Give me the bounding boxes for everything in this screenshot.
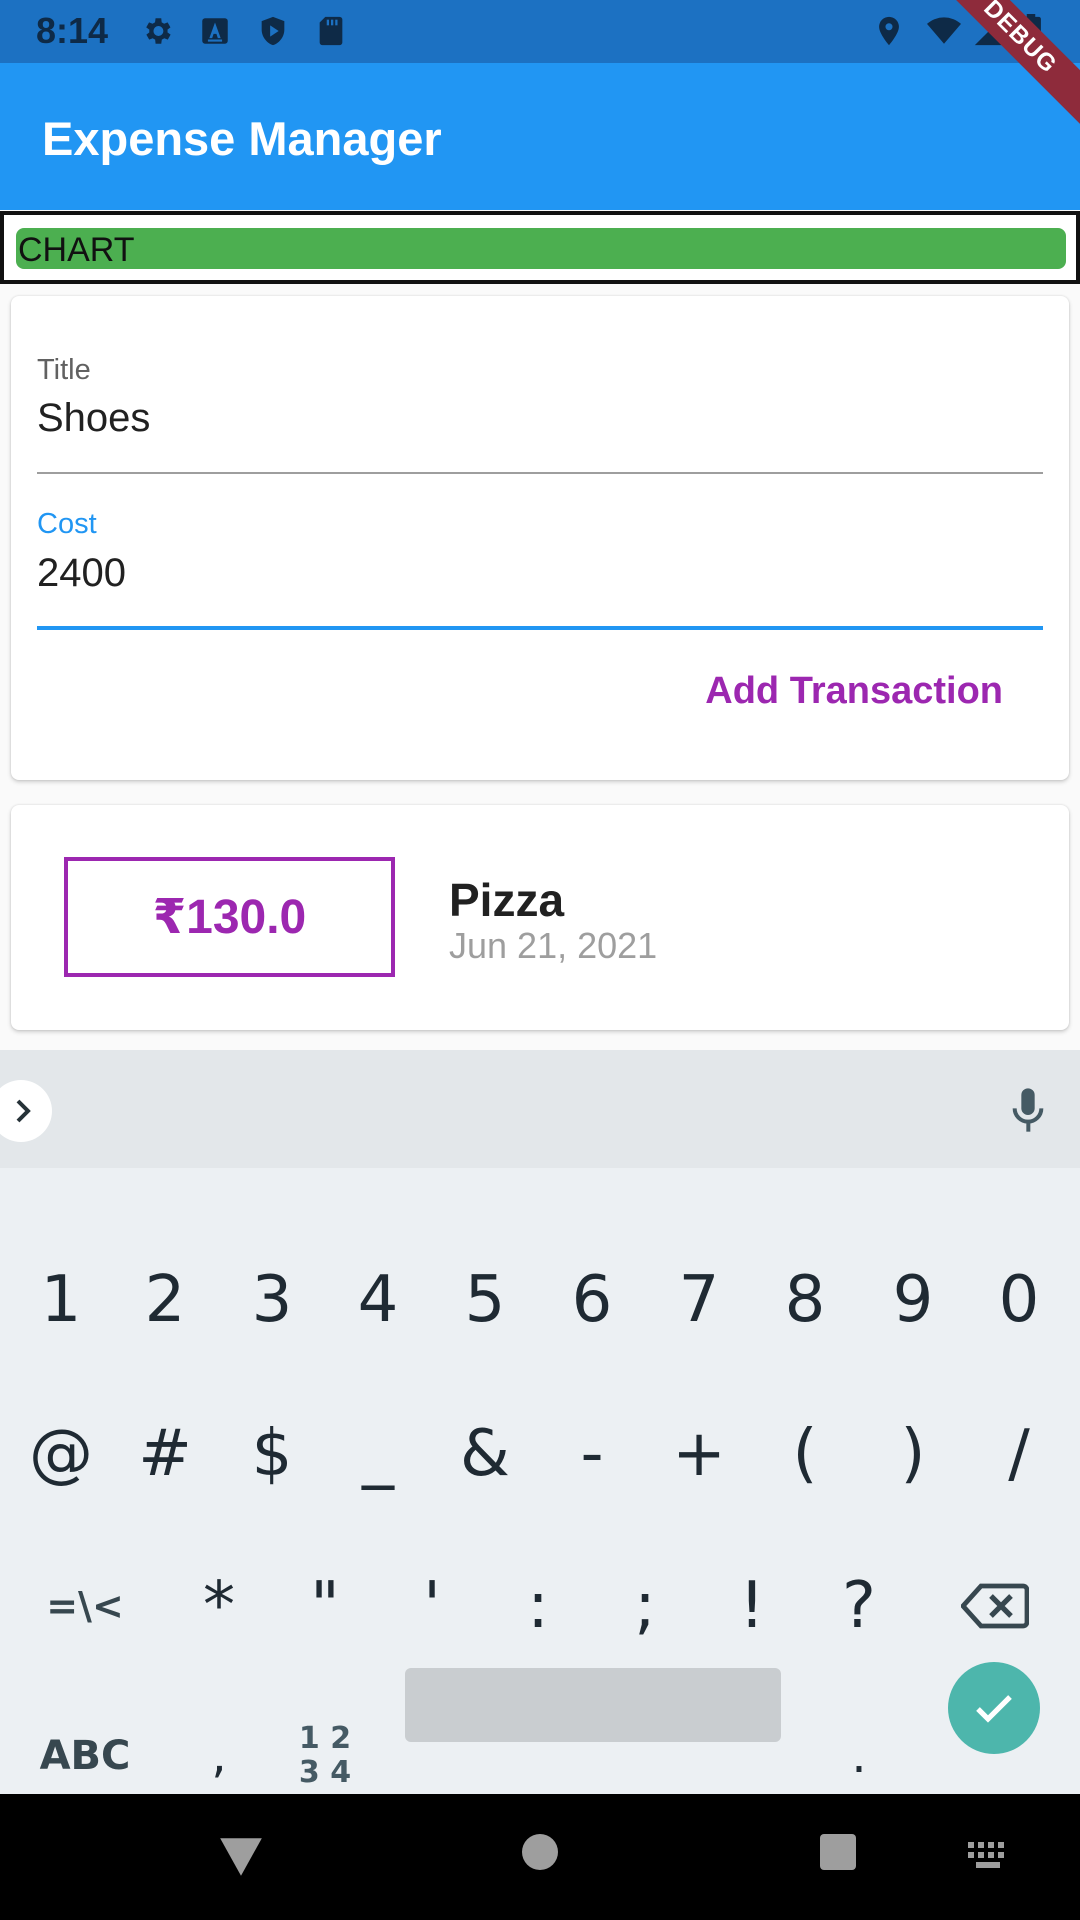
transaction-title: Pizza xyxy=(449,874,565,926)
check-icon xyxy=(976,1695,1012,1723)
key-double-quote[interactable]: " xyxy=(272,1536,378,1676)
key-semicolon[interactable]: ; xyxy=(592,1536,698,1676)
key-8[interactable]: 8 xyxy=(752,1230,858,1370)
key-space[interactable] xyxy=(405,1668,781,1742)
key-enter[interactable] xyxy=(948,1662,1040,1754)
chart-bar xyxy=(16,228,1066,269)
status-bar: 8:14 xyxy=(0,0,1080,63)
location-icon xyxy=(879,16,899,46)
key-asterisk[interactable]: * xyxy=(166,1536,272,1676)
key-question[interactable]: ? xyxy=(806,1536,912,1676)
recents-icon[interactable] xyxy=(818,1832,858,1872)
key-7[interactable]: 7 xyxy=(646,1230,752,1370)
key-dollar[interactable]: $ xyxy=(219,1384,325,1524)
keyboard-row-punctuation: =\< * " ' : ; ! ? xyxy=(0,1536,1080,1676)
sd-card-icon xyxy=(319,16,343,46)
numpad-bottom-label: 3 4 xyxy=(298,1755,352,1790)
key-5[interactable]: 5 xyxy=(432,1230,538,1370)
key-underscore[interactable]: _ xyxy=(325,1384,431,1524)
cost-field[interactable]: 2400 xyxy=(37,551,126,596)
key-backspace[interactable] xyxy=(940,1536,1050,1676)
key-plus[interactable]: + xyxy=(646,1384,752,1524)
cost-field-label: Cost xyxy=(37,508,97,540)
wifi-icon xyxy=(927,17,961,44)
key-at[interactable]: @ xyxy=(8,1384,114,1524)
key-1[interactable]: 1 xyxy=(8,1230,114,1370)
transaction-amount: ₹130.0 xyxy=(152,891,307,944)
chart-label: CHART xyxy=(18,231,135,269)
title-field-underline xyxy=(37,472,1043,474)
chart-container: CHART xyxy=(0,211,1080,284)
key-minus[interactable]: - xyxy=(539,1384,645,1524)
new-transaction-card: Title Shoes Cost 2400 Add Transaction xyxy=(11,296,1069,780)
key-ampersand[interactable]: & xyxy=(432,1384,538,1524)
key-single-quote[interactable]: ' xyxy=(379,1536,485,1676)
transaction-date: Jun 21, 2021 xyxy=(449,925,658,966)
key-exclamation[interactable]: ! xyxy=(699,1536,805,1676)
key-close-paren[interactable]: ) xyxy=(860,1384,966,1524)
backspace-icon xyxy=(961,1583,1029,1629)
microphone-icon[interactable] xyxy=(1008,1084,1048,1136)
settings-icon xyxy=(146,18,171,44)
home-icon[interactable] xyxy=(520,1832,560,1872)
key-slash[interactable]: / xyxy=(966,1384,1072,1524)
keyboard-row-symbols: @ # $ _ & - + ( ) / xyxy=(0,1384,1080,1524)
key-6[interactable]: 6 xyxy=(539,1230,645,1370)
key-3[interactable]: 3 xyxy=(219,1230,325,1370)
key-more-symbols[interactable]: =\< xyxy=(32,1536,138,1676)
keyboard-toolbar xyxy=(0,1050,1080,1168)
cost-field-underline xyxy=(37,626,1043,630)
key-0[interactable]: 0 xyxy=(966,1230,1072,1370)
status-time: 8:14 xyxy=(36,10,109,51)
title-field[interactable]: Shoes xyxy=(37,396,150,441)
shield-play-icon xyxy=(261,16,285,46)
keyboard-expand-button[interactable] xyxy=(0,1080,52,1142)
chevron-right-icon xyxy=(16,1099,31,1123)
key-4[interactable]: 4 xyxy=(325,1230,431,1370)
key-2[interactable]: 2 xyxy=(112,1230,218,1370)
transaction-amount-box: ₹130.0 xyxy=(64,857,395,977)
title-field-label: Title xyxy=(37,354,91,386)
screen: 8: 1 4 Expense Manager DEBUG CHART Title S… xyxy=(0,0,1080,1920)
key-open-paren[interactable]: ( xyxy=(752,1384,858,1524)
keyboard-row-digits: 1 2 3 4 5 6 7 8 9 0 xyxy=(0,1230,1080,1370)
text-a-icon xyxy=(202,18,228,44)
app-title: Expense Manager xyxy=(42,112,442,165)
key-colon[interactable]: : xyxy=(485,1536,591,1676)
key-hash[interactable]: # xyxy=(112,1384,218,1524)
back-icon[interactable] xyxy=(216,1834,266,1880)
app-bar: Expense Manager xyxy=(0,63,1080,210)
key-9[interactable]: 9 xyxy=(860,1230,966,1370)
numpad-top-label: 1 2 xyxy=(298,1721,352,1756)
keyboard-switch-icon[interactable] xyxy=(968,1842,1012,1868)
transaction-list-item: ₹130.0 Pizza Jun 21, 2021 xyxy=(11,805,1069,1030)
navigation-bar xyxy=(0,1794,1080,1920)
add-transaction-button[interactable]: Add Transaction xyxy=(705,670,1003,713)
